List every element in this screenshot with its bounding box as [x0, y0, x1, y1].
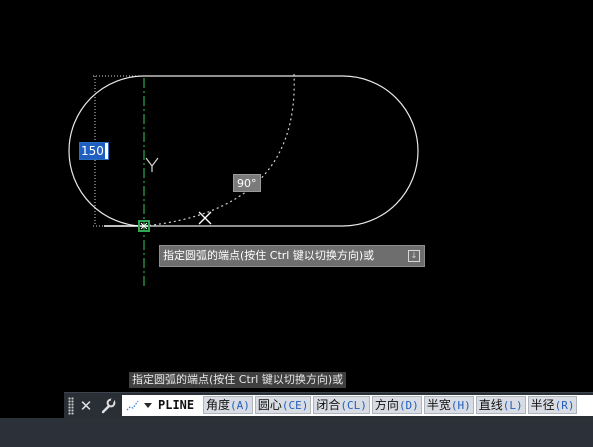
crosshair-cursor-icon [198, 211, 212, 225]
dynamic-prompt-text: 指定圆弧的端点(按住 Ctrl 键以切换方向)或 [163, 249, 375, 262]
option-label: 半宽 [426, 398, 451, 412]
command-options: 角度(A) 圆心(CE) 闭合(CL) 方向(D) 半宽(H) 直线(L) 半径… [203, 396, 578, 415]
dynamic-prompt-tooltip: 指定圆弧的端点(按住 Ctrl 键以切换方向)或 ↓ [159, 245, 425, 267]
polyline-obround [68, 75, 419, 227]
option-label: 直线 [478, 398, 503, 412]
recent-commands-icon[interactable] [123, 396, 153, 415]
option-key: (CE) [281, 399, 309, 412]
status-bar [0, 418, 593, 447]
command-name: PLINE [ [158, 398, 209, 412]
drawing-geometry [68, 73, 419, 288]
grip-icon[interactable] [68, 397, 74, 415]
command-line-bar: ✕ PLINE [ 角度(A) 圆心(CE) 闭合(CL) 方向(D) 半宽(H… [64, 392, 593, 418]
tooltip-expand-icon[interactable]: ↓ [408, 250, 420, 262]
option-halfwidth[interactable]: 半宽(H) [423, 396, 474, 414]
option-key: (D) [398, 399, 419, 412]
option-label: 半径 [530, 398, 555, 412]
arc-preview [143, 73, 295, 227]
option-key: (R) [554, 399, 575, 412]
command-history-line: 指定圆弧的端点(按住 Ctrl 键以切换方向)或 [129, 372, 347, 388]
option-key: (CL) [340, 399, 367, 412]
option-label: 角度 [206, 398, 231, 412]
ucs-y-axis-icon [145, 157, 159, 172]
option-label: 方向 [374, 398, 399, 412]
close-icon[interactable]: ✕ [78, 396, 94, 416]
option-key: (A) [230, 399, 250, 412]
option-key: (L) [502, 399, 523, 412]
dimension-value: 150 [80, 143, 105, 159]
option-key: (H) [450, 399, 471, 412]
command-input[interactable]: PLINE [ 角度(A) 圆心(CE) 闭合(CL) 方向(D) 半宽(H) … [122, 395, 593, 416]
option-label: 圆心 [257, 398, 282, 412]
option-angle[interactable]: 角度(A) [203, 396, 253, 414]
angle-tooltip: 90° [233, 174, 261, 192]
option-center[interactable]: 圆心(CE) [254, 396, 312, 414]
option-direction[interactable]: 方向(D) [371, 396, 422, 414]
option-label: 闭合 [316, 398, 341, 412]
dimension-input[interactable]: 150 [79, 142, 109, 160]
option-close[interactable]: 闭合(CL) [313, 396, 370, 414]
option-radius[interactable]: 半径(R) [527, 396, 578, 414]
chevron-down-icon[interactable] [144, 403, 152, 408]
drawing-canvas[interactable]: 150 90° 指定圆弧的端点(按住 Ctrl 键以切换方向)或 ↓ 指定圆弧的… [0, 0, 593, 392]
wrench-icon[interactable] [99, 396, 117, 416]
option-line[interactable]: 直线(L) [475, 396, 526, 414]
